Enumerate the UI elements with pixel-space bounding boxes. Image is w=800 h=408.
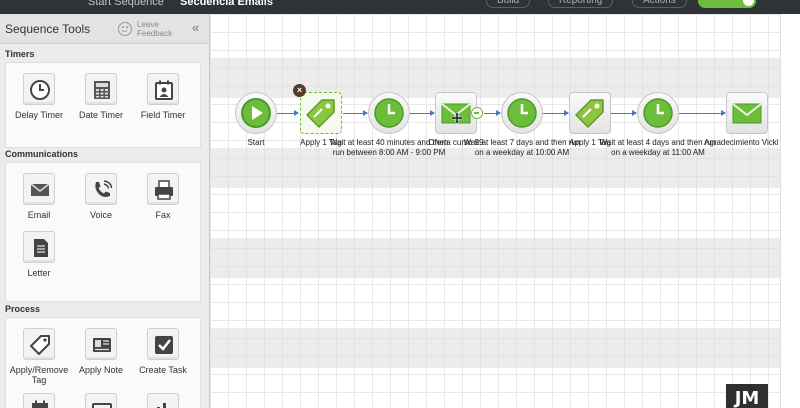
leave-feedback-link[interactable]: Leave Feedback (118, 20, 180, 38)
move-cursor-icon (451, 112, 463, 124)
envelope-icon (23, 173, 55, 205)
tool-label: Fax (155, 210, 171, 220)
sequence-canvas[interactable] (210, 14, 780, 408)
sequence-builder: Start Sequence Secuencia Emails Build Re… (0, 0, 800, 408)
sequence-title: Secuencia Emails (180, 0, 273, 8)
letter-icon (23, 231, 55, 263)
play-icon (241, 98, 271, 128)
clock-icon (23, 73, 55, 105)
clock-icon (374, 98, 404, 128)
tool-label: Letter (27, 268, 51, 278)
checkbox-icon (147, 328, 179, 360)
connector-arrow (611, 110, 637, 116)
envelope-icon (732, 103, 762, 124)
connector-arrow (543, 110, 569, 116)
tag-icon (306, 99, 335, 128)
smiley-icon (118, 22, 132, 36)
svg-text:JM: JM (733, 388, 760, 408)
sidebar-header: Sequence Tools Leave Feedback « (0, 14, 209, 44)
jm-logo-mark: JM (733, 388, 760, 408)
connect-handle-icon[interactable] (471, 107, 483, 119)
tool-label: Apply Note (78, 365, 124, 375)
node-caption: Wait at least 4 days and then run on a w… (599, 138, 717, 157)
section-label-timers: Timers (5, 49, 35, 59)
tag-icon (23, 328, 55, 360)
reporting-tab[interactable]: Reporting (548, 0, 614, 8)
section-label-communications: Communications (5, 149, 79, 159)
sequence-tools-sidebar: Sequence Tools Leave Feedback « Timers D… (0, 14, 210, 408)
communications-panel: Email Voice Fax Letter (5, 162, 201, 302)
breadcrumb[interactable]: Start Sequence (88, 0, 164, 8)
timers-panel: Delay Timer Date Timer Field Timer (5, 62, 201, 148)
form-icon (85, 393, 117, 408)
tool-label: Apply/Remove Tag (9, 365, 69, 385)
connector-arrow (409, 110, 435, 116)
canvas-edge-mask (781, 14, 800, 408)
canvas-band (210, 238, 780, 278)
top-bar: Start Sequence Secuencia Emails Build Re… (0, 0, 800, 14)
canvas-band (210, 328, 780, 368)
connector-arrow (343, 110, 368, 116)
calendar-contact-icon (147, 73, 179, 105)
tool-label: Field Timer (140, 110, 186, 120)
clock-icon (643, 98, 673, 128)
build-tab[interactable]: Build (486, 0, 531, 8)
ready-toggle[interactable] (698, 0, 756, 8)
jm-logo: JM (726, 384, 768, 408)
section-label-process: Process (5, 304, 41, 314)
node-apply-tag[interactable]: Apply 1 Tag (300, 92, 342, 147)
chart-icon (147, 393, 179, 408)
node-apply-tag[interactable]: Apply 1 Tag (569, 92, 611, 147)
node-wait-timer[interactable]: Wait at least 4 days and then run on a w… (600, 92, 716, 157)
collapse-sidebar-button[interactable]: « (192, 20, 199, 35)
delete-node-icon[interactable]: × (293, 84, 306, 97)
connector-arrow (484, 110, 501, 116)
sidebar-title: Sequence Tools (5, 22, 91, 36)
tag-icon (575, 99, 604, 128)
calculator-icon (85, 73, 117, 105)
calendar-icon (23, 393, 55, 408)
node-wait-timer[interactable]: Wait at least 7 days and then run on a w… (464, 92, 580, 157)
note-card-icon (85, 328, 117, 360)
node-start[interactable]: Start (235, 92, 277, 147)
toggle-knob (743, 0, 754, 6)
tool-label: Email (27, 210, 51, 220)
connector-arrow (277, 110, 299, 116)
tool-label: Delay Timer (14, 110, 63, 120)
phone-icon (85, 173, 117, 205)
process-panel: Apply/Remove Tag Apply Note Create Task (5, 317, 201, 408)
node-email[interactable]: Agradecimiento Vicki (704, 92, 779, 147)
clock-icon (507, 98, 537, 128)
node-wait-timer[interactable]: Wait at least 40 minutes and then run be… (330, 92, 448, 157)
node-caption: Agradecimiento Vicki (704, 138, 779, 147)
tool-label: Date Timer (78, 110, 123, 120)
fax-icon (147, 173, 179, 205)
actions-button[interactable]: Actions (632, 0, 687, 8)
tool-label: Create Task (139, 365, 187, 375)
connector-arrow (679, 110, 726, 116)
feedback-label: Leave Feedback (137, 20, 173, 38)
tool-label: Voice (89, 210, 113, 220)
